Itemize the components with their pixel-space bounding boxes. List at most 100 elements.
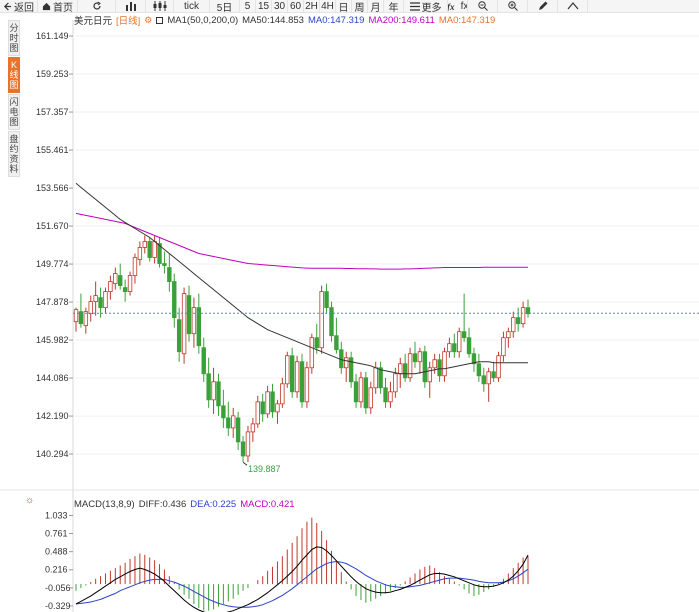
- y-tick-label: 149.774: [36, 259, 69, 269]
- candle-body: [324, 291, 329, 309]
- candle-body: [496, 355, 501, 379]
- candle-body: [280, 383, 285, 405]
- macd-y-tick-label: 0.216: [45, 565, 68, 575]
- candle-body: [265, 391, 270, 415]
- candle-body: [93, 295, 98, 303]
- candle-body: [309, 337, 315, 369]
- candle-body: [240, 441, 246, 457]
- candle-body: [137, 247, 143, 260]
- candle-body: [275, 403, 280, 413]
- candle-body: [515, 317, 521, 325]
- candle-body: [186, 295, 192, 335]
- candle-body: [442, 351, 447, 377]
- candle-body: [412, 353, 418, 363]
- candle-body: [118, 275, 123, 286]
- candle-body: [319, 291, 324, 349]
- candle-body: [447, 343, 452, 353]
- candle-body: [172, 281, 177, 319]
- candle-body: [506, 331, 511, 339]
- candle-body: [457, 331, 462, 353]
- low-price-label: 139.887: [248, 464, 281, 474]
- candle-body: [88, 301, 93, 315]
- candle-body: [501, 337, 506, 357]
- y-tick-label: 144.086: [36, 373, 69, 383]
- candle-body: [127, 275, 133, 292]
- candle-body: [226, 417, 231, 429]
- candle-body: [211, 381, 216, 401]
- macd-y-tick-label: -0.056: [45, 583, 71, 593]
- macd-y-tick-label: 1.033: [45, 510, 68, 520]
- candle-body: [373, 367, 378, 389]
- y-tick-label: 161.149: [36, 31, 69, 41]
- y-tick-label: 151.670: [36, 221, 69, 231]
- candle-body: [73, 309, 79, 323]
- candle-body: [476, 363, 482, 377]
- candle-body: [398, 363, 403, 375]
- candle-body: [520, 307, 526, 325]
- candle-body: [334, 335, 339, 351]
- candle-body: [147, 241, 152, 258]
- candle-body: [388, 391, 393, 403]
- candle-body: [344, 357, 349, 369]
- y-tick-label: 140.294: [36, 449, 69, 459]
- candle-body: [289, 355, 295, 393]
- candle-body: [486, 371, 491, 385]
- candle-body: [299, 361, 305, 403]
- candle-body: [152, 241, 157, 258]
- candle-body: [383, 387, 388, 403]
- candle-body: [329, 307, 334, 337]
- candle-body: [417, 351, 423, 363]
- candle-body: [363, 377, 369, 409]
- macd-y-tick-label: 0.761: [45, 529, 68, 539]
- candle-body: [235, 417, 241, 443]
- candle-body: [176, 319, 182, 353]
- candle-body: [98, 297, 103, 309]
- candle-body: [122, 287, 128, 292]
- low-pointer: [242, 461, 248, 466]
- candle-body: [113, 273, 118, 284]
- candle-body: [221, 405, 226, 419]
- y-tick-label: 145.982: [36, 335, 69, 345]
- y-tick-label: 155.461: [36, 145, 69, 155]
- candle-body: [511, 317, 516, 333]
- candle-body: [167, 267, 172, 282]
- candle-body: [427, 367, 432, 383]
- candle-body: [231, 415, 236, 429]
- candle-body: [452, 343, 457, 353]
- candle-body: [432, 359, 437, 369]
- macd-y-tick-label: 0.488: [45, 547, 68, 557]
- candle-body: [206, 373, 211, 401]
- candle-body: [255, 401, 260, 425]
- candle-body: [201, 347, 206, 375]
- y-tick-label: 153.566: [36, 183, 69, 193]
- candle-body: [250, 423, 256, 433]
- candle-body: [461, 331, 467, 339]
- candle-body: [216, 381, 221, 407]
- candle-body: [245, 431, 251, 457]
- chart-canvas[interactable]: 161.149 159.253 157.357 155.461 153.566 151.6…: [0, 0, 699, 612]
- candle-body: [437, 359, 442, 377]
- candle-body: [368, 387, 373, 409]
- candle-body: [191, 307, 197, 335]
- candle-body: [285, 355, 290, 385]
- macd-y-tick-label: -0.329: [45, 601, 71, 611]
- candle-body: [142, 241, 147, 248]
- candle-body: [260, 401, 265, 415]
- candle-body: [108, 281, 113, 292]
- candle-body: [402, 363, 408, 379]
- candle-body: [294, 361, 300, 393]
- candle-body: [466, 337, 472, 355]
- candle-body: [353, 381, 359, 403]
- candle-body: [525, 307, 531, 315]
- candle-body: [162, 263, 167, 266]
- y-tick-label: 142.190: [36, 411, 69, 421]
- candle-body: [481, 375, 486, 385]
- y-tick-label: 157.357: [36, 107, 69, 117]
- candle-body: [358, 377, 364, 403]
- candle-body: [491, 371, 496, 379]
- candle-body: [304, 367, 310, 403]
- candle-body: [270, 391, 275, 413]
- candle-body: [422, 351, 428, 383]
- candle-body: [132, 257, 138, 276]
- candle-body: [314, 337, 319, 349]
